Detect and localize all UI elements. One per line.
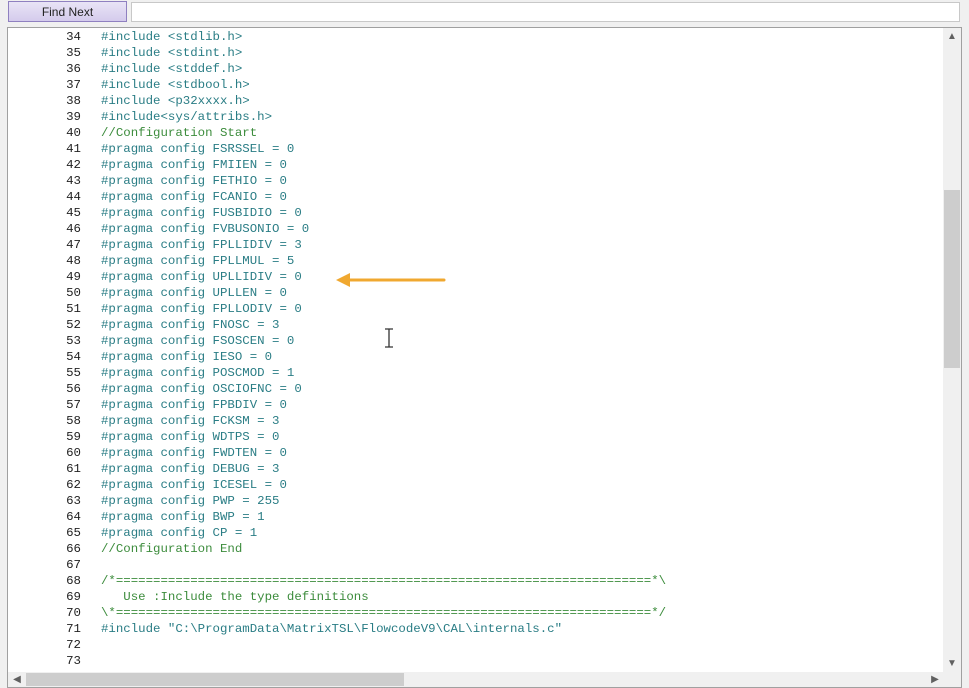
code-text[interactable]: #pragma config FMIIEN = 0 (101, 157, 287, 173)
line-number: 71 (66, 622, 81, 636)
code-text[interactable]: #include <stdbool.h> (101, 77, 250, 93)
line-number: 68 (66, 574, 81, 588)
code-text[interactable]: #pragma config FVBUSONIO = 0 (101, 221, 309, 237)
code-text[interactable]: #include <stdint.h> (101, 45, 242, 61)
code-text[interactable]: #pragma config UPLLIDIV = 0 (101, 269, 302, 285)
line-number: 45 (66, 206, 81, 220)
code-text[interactable]: #pragma config FPLLODIV = 0 (101, 301, 302, 317)
chevron-left-icon[interactable]: ◀ (8, 671, 26, 687)
code-text[interactable]: #include <stddef.h> (101, 61, 242, 77)
line-number: 56 (66, 382, 81, 396)
line-number: 58 (66, 414, 81, 428)
code-text[interactable]: #pragma config FPLLIDIV = 3 (101, 237, 302, 253)
code-text[interactable]: #pragma config FCKSM = 3 (101, 413, 279, 429)
vertical-scroll-thumb[interactable] (944, 190, 960, 368)
line-number: 65 (66, 526, 81, 540)
code-text[interactable]: #include <stdlib.h> (101, 29, 242, 45)
code-text[interactable]: //Configuration End (101, 541, 242, 557)
code-text[interactable]: #pragma config FCANIO = 0 (101, 189, 287, 205)
code-text[interactable]: #pragma config BWP = 1 (101, 509, 265, 525)
line-number: 35 (66, 46, 81, 60)
find-next-button[interactable]: Find Next (8, 1, 127, 22)
line-number: 47 (66, 238, 81, 252)
line-number: 72 (66, 638, 81, 652)
line-number: 67 (66, 558, 81, 572)
line-number: 70 (66, 606, 81, 620)
code-text[interactable]: #pragma config FSRSSEL = 0 (101, 141, 294, 157)
line-number: 40 (66, 126, 81, 140)
text-cursor-icon (385, 328, 393, 348)
horizontal-scrollbar[interactable]: ◀ ▶ (8, 672, 944, 687)
line-number: 69 (66, 590, 81, 604)
line-number: 43 (66, 174, 81, 188)
code-text[interactable]: #pragma config FETHIO = 0 (101, 173, 287, 189)
line-number: 61 (66, 462, 81, 476)
code-text[interactable]: #pragma config FNOSC = 3 (101, 317, 279, 333)
line-number: 55 (66, 366, 81, 380)
search-input[interactable] (131, 2, 960, 22)
line-number: 48 (66, 254, 81, 268)
code-text[interactable]: #pragma config PWP = 255 (101, 493, 279, 509)
code-text[interactable]: #pragma config ICESEL = 0 (101, 477, 287, 493)
code-text[interactable]: #pragma config OSCIOFNC = 0 (101, 381, 302, 397)
line-number: 59 (66, 430, 81, 444)
line-number: 42 (66, 158, 81, 172)
chevron-right-icon[interactable]: ▶ (926, 671, 944, 687)
code-text[interactable]: #pragma config POSCMOD = 1 (101, 365, 294, 381)
line-number: 52 (66, 318, 81, 332)
line-number: 51 (66, 302, 81, 316)
line-number: 34 (66, 30, 81, 44)
line-number: 73 (66, 654, 81, 668)
line-number: 60 (66, 446, 81, 460)
code-text[interactable]: #pragma config IESO = 0 (101, 349, 272, 365)
find-toolbar: Find Next (0, 0, 969, 26)
chevron-down-icon[interactable]: ▼ (943, 655, 961, 672)
line-number: 64 (66, 510, 81, 524)
code-area[interactable]: 34 #include <stdlib.h> 35 #include <stdint.… (8, 28, 944, 676)
code-text[interactable]: #pragma config FSOSCEN = 0 (101, 333, 294, 349)
line-number: 39 (66, 110, 81, 124)
line-number: 46 (66, 222, 81, 236)
code-editor[interactable]: 34 #include <stdlib.h> 35 #include <stdint.… (7, 27, 962, 688)
code-text[interactable]: #pragma config CP = 1 (101, 525, 257, 541)
code-text[interactable]: #pragma config WDTPS = 0 (101, 429, 279, 445)
scrollbar-corner (943, 672, 961, 687)
line-number: 66 (66, 542, 81, 556)
code-text[interactable]: \*======================================… (101, 605, 666, 621)
line-number: 37 (66, 78, 81, 92)
line-number: 38 (66, 94, 81, 108)
line-number: 54 (66, 350, 81, 364)
line-number: 53 (66, 334, 81, 348)
line-number: 49 (66, 270, 81, 284)
code-text[interactable]: #include <p32xxxx.h> (101, 93, 250, 109)
line-number: 41 (66, 142, 81, 156)
chevron-up-icon[interactable]: ▲ (943, 28, 961, 45)
line-number: 57 (66, 398, 81, 412)
annotation-arrow-icon (336, 273, 446, 287)
line-number: 36 (66, 62, 81, 76)
code-text[interactable]: #include<sys/attribs.h> (101, 109, 272, 125)
vertical-scrollbar[interactable]: ▲ ▼ (943, 28, 961, 672)
line-number: 63 (66, 494, 81, 508)
code-text[interactable]: //Configuration Start (101, 125, 257, 141)
code-text[interactable]: Use :Include the type definitions (101, 589, 368, 605)
line-number: 44 (66, 190, 81, 204)
code-text[interactable]: #pragma config FWDTEN = 0 (101, 445, 287, 461)
code-text[interactable]: #pragma config FUSBIDIO = 0 (101, 205, 302, 221)
code-text[interactable]: /*======================================… (101, 573, 666, 589)
line-number: 62 (66, 478, 81, 492)
code-text[interactable]: #pragma config UPLLEN = 0 (101, 285, 287, 301)
code-text[interactable]: #include "C:\ProgramData\MatrixTSL\Flowc… (101, 621, 562, 637)
code-text[interactable]: #pragma config DEBUG = 3 (101, 461, 279, 477)
line-number: 50 (66, 286, 81, 300)
code-text[interactable]: #pragma config FPLLMUL = 5 (101, 253, 294, 269)
horizontal-scroll-thumb[interactable] (26, 673, 404, 686)
code-text[interactable]: #pragma config FPBDIV = 0 (101, 397, 287, 413)
